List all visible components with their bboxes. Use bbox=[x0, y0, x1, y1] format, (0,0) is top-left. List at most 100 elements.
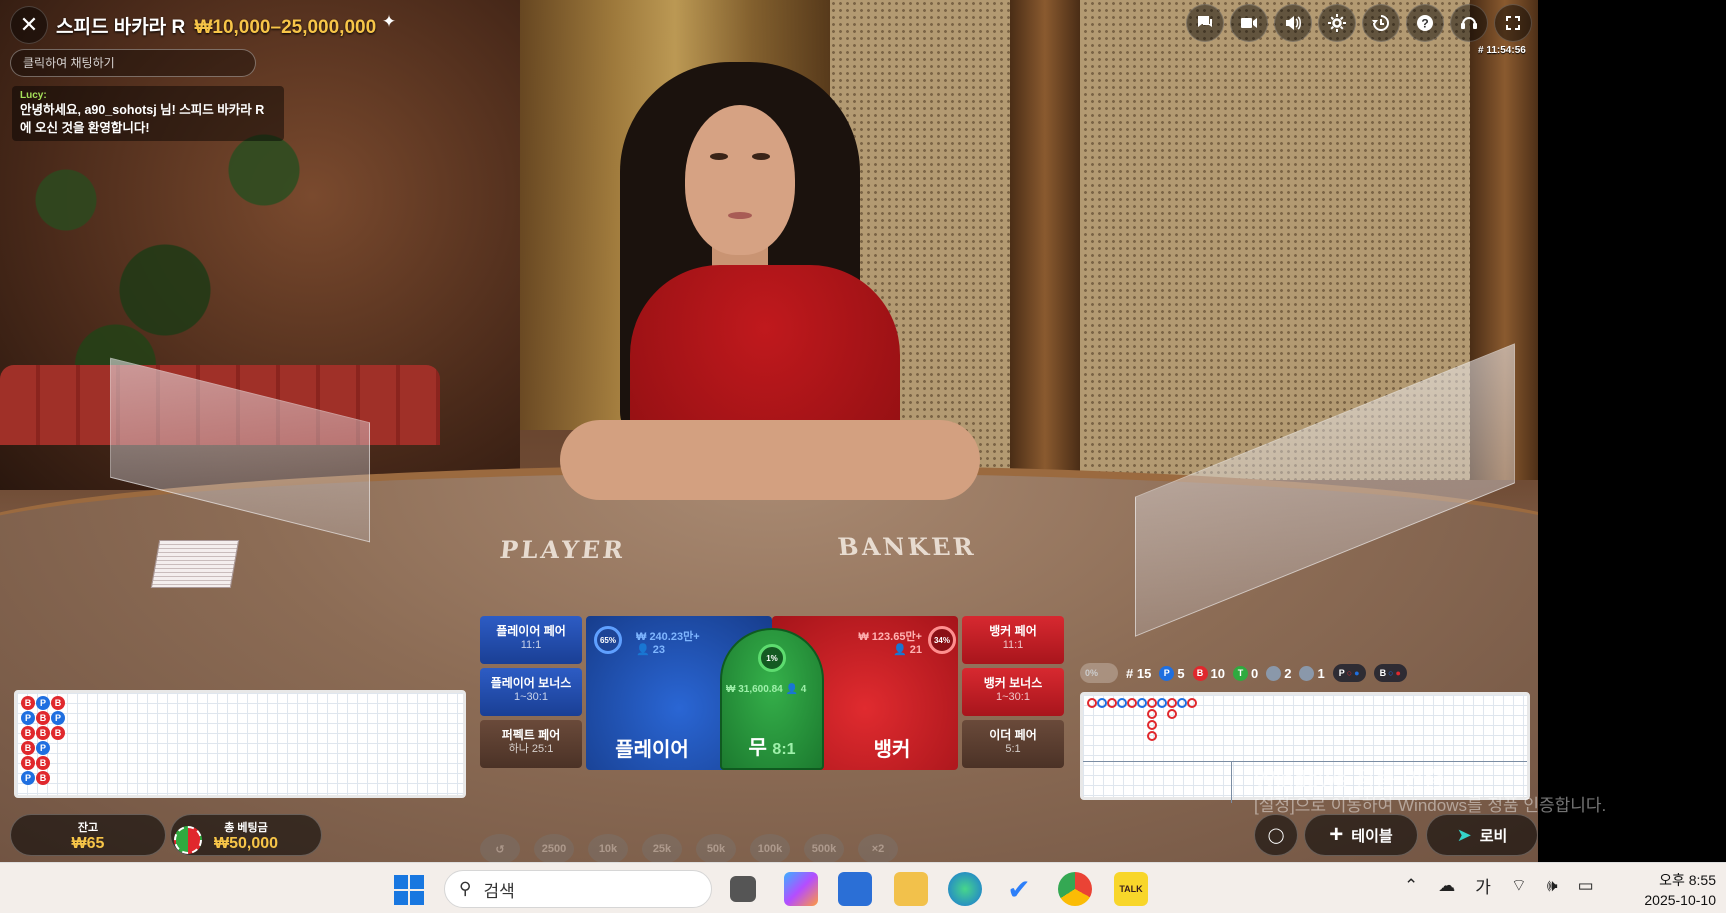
close-icon: ✕ bbox=[19, 12, 39, 37]
stat-player: P5 bbox=[1159, 665, 1185, 681]
banker-percent: 34% bbox=[928, 626, 956, 654]
close-button[interactable]: ✕ bbox=[10, 6, 48, 44]
video-icon bbox=[1241, 18, 1257, 28]
bet-odds: 11:1 bbox=[520, 639, 542, 651]
bet-label: 이더 페어 bbox=[989, 728, 1037, 742]
settings-button[interactable] bbox=[1318, 4, 1356, 42]
clock-time: 오후 8:55 bbox=[1659, 872, 1716, 888]
chip-50k[interactable]: 50k bbox=[696, 834, 736, 862]
bead-player: P bbox=[51, 711, 65, 725]
table-label-banker: BANKER bbox=[836, 532, 978, 561]
stat-banker-pair: 1 bbox=[1299, 665, 1325, 681]
banker-predict[interactable]: B ○ ● bbox=[1373, 664, 1407, 682]
bet-label: 퍼펙트 페어 bbox=[501, 728, 561, 742]
game-title: 스피드 바카라 R ₩10,000–25,000,000 bbox=[56, 12, 376, 39]
chat-button[interactable] bbox=[1186, 4, 1224, 42]
road-ring-banker bbox=[1147, 698, 1157, 708]
fullscreen-button[interactable] bbox=[1494, 4, 1532, 42]
store-icon[interactable] bbox=[838, 872, 872, 906]
bead-player: P bbox=[36, 741, 50, 755]
chat-sender: Lucy: bbox=[20, 90, 47, 101]
bet-odds: 1~30:1 bbox=[996, 691, 1030, 703]
help-icon: ? bbox=[1417, 15, 1433, 31]
volume-icon[interactable]: 🕪 bbox=[1547, 876, 1558, 896]
support-button[interactable] bbox=[1450, 4, 1488, 42]
player-label: 플레이어 bbox=[615, 739, 689, 761]
todo-icon[interactable]: ✔ bbox=[1002, 872, 1036, 906]
tie-label-text: 무 bbox=[748, 737, 767, 759]
search-icon: ⚲ bbox=[459, 879, 472, 898]
chip-100k[interactable]: 100k bbox=[750, 834, 790, 862]
chip-2500[interactable]: 2500 bbox=[534, 834, 574, 862]
banker-predict-label: B bbox=[1379, 668, 1387, 678]
sound-icon bbox=[1286, 16, 1301, 30]
undo-button[interactable]: ↺ bbox=[480, 834, 520, 862]
kakaotalk-icon[interactable]: TALK bbox=[1114, 872, 1148, 906]
player-predict[interactable]: P ○ ● bbox=[1332, 664, 1366, 682]
bet-player-bonus[interactable]: 플레이어 보너스 1~30:1 bbox=[480, 668, 582, 716]
stat-banker-value: 10 bbox=[1210, 665, 1226, 681]
pin-icon[interactable]: ✦ bbox=[378, 12, 400, 34]
bet-label: 플레이어 페어 bbox=[496, 624, 566, 638]
round-id: # 11:54:56 bbox=[1478, 45, 1526, 56]
bet-limits: ₩10,000–25,000,000 bbox=[194, 17, 377, 38]
player-pair-icon bbox=[1266, 665, 1282, 681]
lobby-button[interactable]: ➤ 로비 bbox=[1426, 814, 1538, 856]
sound-button[interactable] bbox=[1274, 4, 1312, 42]
chat-message: Lucy: 안녕하세요, a90_sohotsj 님! 스피드 바카라 R 에 … bbox=[12, 86, 284, 141]
cloud-off-icon[interactable]: ☁ bbox=[1438, 876, 1455, 896]
player-amount: ₩ 240.23만+ bbox=[636, 631, 700, 643]
edge-icon[interactable] bbox=[948, 872, 982, 906]
bet-banker-pair[interactable]: 뱅커 페어 11:1 bbox=[962, 616, 1064, 664]
banker-count: 👤 21 bbox=[893, 643, 922, 656]
road-ring-banker bbox=[1087, 698, 1097, 708]
road-ring-player bbox=[1117, 698, 1127, 708]
chevron-up-icon[interactable]: ⌃ bbox=[1404, 876, 1418, 896]
bet-player-pair[interactable]: 플레이어 페어 11:1 bbox=[480, 616, 582, 664]
chat-toggle-button[interactable]: ◯ bbox=[1254, 814, 1298, 856]
bead-road[interactable]: BPBPBPBBBBPBBPB bbox=[14, 690, 466, 798]
add-table-button[interactable]: + 테이블 bbox=[1304, 814, 1418, 856]
road-ring-banker bbox=[1127, 698, 1137, 708]
chrome-icon[interactable] bbox=[1058, 872, 1092, 906]
screen: PLAYER BANKER ✕ 스피드 바카라 R ₩10,000–25,000… bbox=[0, 0, 1726, 913]
dealer-eye bbox=[752, 153, 770, 160]
start-button[interactable] bbox=[394, 875, 424, 905]
bet-grid: 플레이어 페어 11:1 플레이어 보너스 1~30:1 퍼펙트 페어 하나 2… bbox=[480, 616, 1064, 770]
chat-input[interactable] bbox=[10, 49, 256, 77]
stat-round: # 15 bbox=[1126, 665, 1152, 681]
banker-count-value: 21 bbox=[909, 644, 922, 656]
top-toolbar: ? bbox=[1186, 4, 1532, 42]
player-count-value: 23 bbox=[652, 644, 666, 656]
chat-icon bbox=[1198, 16, 1212, 27]
ime-indicator[interactable]: 가 bbox=[1475, 873, 1491, 898]
help-button[interactable]: ? bbox=[1406, 4, 1444, 42]
double-button[interactable]: ×2 bbox=[858, 834, 898, 862]
balance-display: 잔고 ₩65 bbox=[10, 814, 166, 856]
file-explorer-icon[interactable] bbox=[894, 872, 928, 906]
gear-icon bbox=[1328, 14, 1346, 32]
chip-25k[interactable]: 25k bbox=[642, 834, 682, 862]
chat-text-line: 안녕하세요, a90_sohotsj 님! 스피드 바카라 R bbox=[20, 103, 265, 117]
chip-stack-icon bbox=[174, 826, 202, 854]
clock[interactable]: 오후 8:55 2025-10-10 bbox=[1622, 870, 1716, 910]
road-ring-banker bbox=[1147, 720, 1157, 730]
bet-perfect-pair[interactable]: 퍼펙트 페어 하나 25:1 bbox=[480, 720, 582, 768]
bet-tie[interactable]: 1% ₩ 31,600.84 👤 4 무 8:1 bbox=[720, 628, 824, 770]
percent-toggle[interactable]: 0% bbox=[1080, 663, 1118, 683]
battery-icon[interactable]: ▭ bbox=[1578, 876, 1594, 896]
history-button[interactable] bbox=[1362, 4, 1400, 42]
copilot-icon[interactable] bbox=[784, 872, 818, 906]
banker-pair-icon bbox=[1299, 665, 1315, 681]
chip-500k[interactable]: 500k bbox=[804, 834, 844, 862]
bet-either-pair[interactable]: 이더 페어 5:1 bbox=[962, 720, 1064, 768]
chip-10k[interactable]: 10k bbox=[588, 834, 628, 862]
road-ring-banker bbox=[1107, 698, 1117, 708]
wifi-icon[interactable]: ⌔ bbox=[1511, 875, 1527, 896]
stat-player-value: 5 bbox=[1177, 665, 1185, 681]
bet-banker-bonus[interactable]: 뱅커 보너스 1~30:1 bbox=[962, 668, 1064, 716]
video-button[interactable] bbox=[1230, 4, 1268, 42]
taskbar-search[interactable]: ⚲ 검색 bbox=[444, 870, 712, 908]
user-icon: 👤 bbox=[785, 684, 798, 695]
task-view-icon[interactable] bbox=[730, 876, 756, 902]
